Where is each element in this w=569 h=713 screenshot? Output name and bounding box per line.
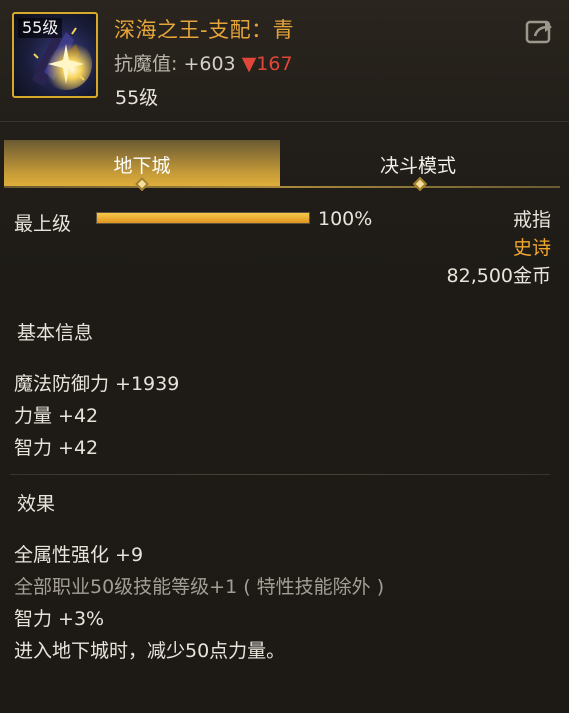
- item-title: 深海之王-支配：青: [114, 18, 295, 42]
- item-level-tag: 55级: [18, 18, 63, 38]
- stat-line: 魔法防御力 +1939: [14, 373, 180, 395]
- item-rarity: 史诗: [512, 237, 551, 259]
- effect-line: 智力 +3%: [14, 608, 105, 630]
- magic-resist-label: 抗魔值:: [114, 53, 178, 75]
- item-tooltip-panel: 55级 深海之王-支配：青 抗魔值: +603 ▼167 55级 地下城 决斗模…: [0, 0, 569, 713]
- item-price: 82,500金币: [446, 265, 551, 287]
- mode-tabs: 地下城 决斗模式: [4, 140, 560, 192]
- item-header: 55级 深海之王-支配：青 抗魔值: +603 ▼167 55级: [0, 0, 569, 122]
- item-type: 戒指: [512, 209, 551, 231]
- magic-resist-row: 抗魔值: +603 ▼167: [114, 49, 293, 76]
- effect-line: 全属性强化 +9: [14, 544, 144, 566]
- share-icon: [525, 20, 552, 44]
- upgrade-progress-percent: 100%: [318, 208, 373, 230]
- tab-dungeon-label: 地下城: [113, 154, 171, 177]
- tab-underline: [4, 186, 560, 188]
- magic-resist-value: +603: [183, 53, 236, 75]
- magic-resist-diff: ▼167: [241, 53, 293, 75]
- upgrade-level-label: 最上级: [14, 213, 72, 235]
- item-level: 55级: [115, 87, 159, 109]
- stat-line: 力量 +42: [14, 405, 99, 427]
- share-button[interactable]: [525, 18, 555, 44]
- tab-duel-label: 决斗模式: [379, 154, 456, 177]
- effect-line: 全部职业50级技能等级+1 ( 特性技能除外 ): [14, 576, 385, 598]
- basic-info-title: 基本信息: [17, 322, 94, 344]
- item-icon-frame: 55级: [12, 12, 98, 98]
- effects-title: 效果: [17, 493, 56, 515]
- upgrade-progress-bar: [96, 212, 310, 224]
- stat-line: 智力 +42: [14, 437, 99, 459]
- section-divider: [10, 474, 550, 475]
- effect-line: 进入地下城时，减少50点力量。: [14, 640, 286, 662]
- upgrade-progress-fill: [97, 213, 309, 223]
- item-type-block: 戒指 史诗 82,500金币: [447, 206, 551, 290]
